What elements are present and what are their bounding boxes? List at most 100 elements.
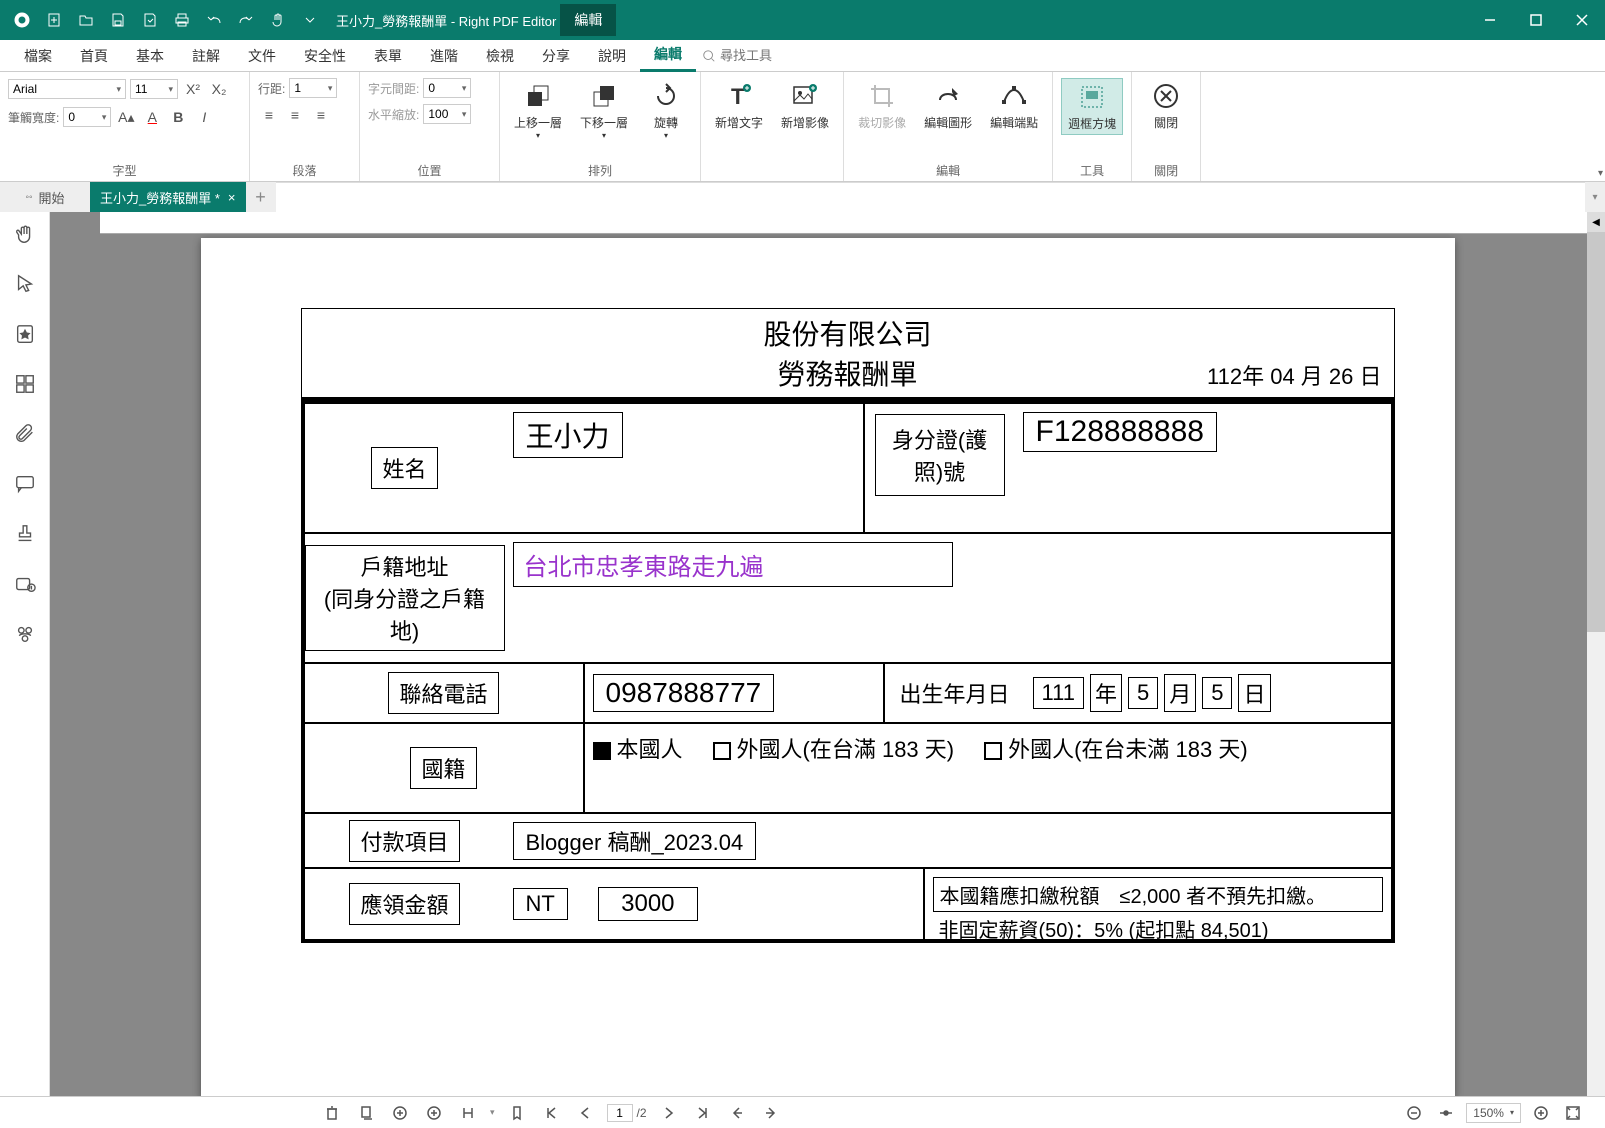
edit-shape-button[interactable]: 編輯圖形 [918, 78, 978, 133]
sb-next-page-button[interactable] [657, 1101, 681, 1125]
bookmark-tool-button[interactable] [9, 318, 41, 350]
stamp-tool-button[interactable] [9, 518, 41, 550]
tool-search-input[interactable] [720, 48, 840, 63]
align-center-button[interactable]: ≡ [284, 104, 306, 126]
menu-文件[interactable]: 文件 [234, 40, 290, 72]
nat-foreign1-checkbox[interactable]: 外國人(在台滿 183 天) [713, 732, 955, 764]
font-family-combo[interactable]: Arial▾ [8, 79, 126, 99]
tab-overflow-button[interactable]: ▾ [1585, 182, 1605, 212]
nat-foreign2-checkbox[interactable]: 外國人(在台未滿 183 天) [984, 732, 1248, 764]
italic-button[interactable]: I [193, 106, 215, 128]
qat-redo-icon[interactable] [230, 0, 262, 40]
menu-進階[interactable]: 進階 [416, 40, 472, 72]
birth-day-field[interactable]: 5 [1202, 677, 1232, 709]
linespace-combo[interactable]: 1▾ [289, 78, 337, 98]
sb-delete-page-button[interactable] [320, 1101, 344, 1125]
ribbon-collapse-button[interactable]: ▾ [1598, 168, 1603, 179]
bold-button[interactable]: B [167, 106, 189, 128]
nav-pane-toggle[interactable]: ◀ [1587, 212, 1605, 232]
sb-last-page-button[interactable] [691, 1101, 715, 1125]
qat-save-icon[interactable] [102, 0, 134, 40]
hscale-combo[interactable]: 100▾ [423, 104, 471, 124]
qat-dropdown-icon[interactable] [294, 0, 326, 40]
close-edit-button[interactable]: 關閉 [1140, 78, 1192, 133]
sb-first-page-button[interactable] [539, 1101, 563, 1125]
qat-saveas-icon[interactable] [134, 0, 166, 40]
menu-說明[interactable]: 說明 [584, 40, 640, 72]
document-page[interactable]: 股份有限公司 勞務報酬單 112年 04 月 26 日 姓名 王小力 身分證(護… [201, 238, 1455, 1096]
zoom-level-combo[interactable]: 150%▾ [1466, 1103, 1521, 1123]
addr-field[interactable]: 台北市忠孝東路走九遍 [513, 542, 953, 587]
thumbnails-tool-button[interactable] [9, 368, 41, 400]
sb-insert-after-button[interactable] [422, 1101, 446, 1125]
tab-document[interactable]: 王小力_勞務報酬單 *× [90, 182, 246, 212]
superscript-button[interactable]: X² [182, 78, 204, 100]
bounding-box-button[interactable]: 週框方塊 [1061, 78, 1123, 135]
fit-page-button[interactable] [1561, 1101, 1585, 1125]
name-field[interactable]: 王小力 [513, 412, 623, 458]
select-tool-button[interactable] [9, 268, 41, 300]
menu-基本[interactable]: 基本 [122, 40, 178, 72]
window-close-button[interactable] [1559, 0, 1605, 40]
send-backward-button[interactable]: 下移一層▾ [574, 78, 634, 142]
edit-points-button[interactable]: 編輯端點 [984, 78, 1044, 133]
add-text-button[interactable]: T新增文字 [709, 78, 769, 133]
attachments-tool-button[interactable] [9, 418, 41, 450]
menu-分享[interactable]: 分享 [528, 40, 584, 72]
birth-year-field[interactable]: 111 [1033, 677, 1084, 709]
menu-註解[interactable]: 註解 [178, 40, 234, 72]
window-minimize-button[interactable] [1467, 0, 1513, 40]
vertical-scrollbar[interactable]: ◀ [1587, 212, 1605, 1096]
zoom-slider[interactable] [1434, 1101, 1458, 1125]
align-right-button[interactable]: ≡ [310, 104, 332, 126]
security-tool-button[interactable] [9, 568, 41, 600]
menu-檢視[interactable]: 檢視 [472, 40, 528, 72]
stroke-width-combo[interactable]: 0▾ [63, 107, 111, 127]
tab-close-icon[interactable]: × [228, 190, 236, 205]
font-color-button[interactable]: A [141, 106, 163, 128]
amount-field[interactable]: 3000 [598, 887, 698, 921]
menu-表單[interactable]: 表單 [360, 40, 416, 72]
tab-start[interactable]: ◦◦開始 [0, 182, 90, 212]
subscript-button[interactable]: X₂ [208, 78, 230, 100]
zoom-in-button[interactable] [1529, 1101, 1553, 1125]
zoom-out-button[interactable] [1402, 1101, 1426, 1125]
comments-tool-button[interactable] [9, 468, 41, 500]
birth-month-field[interactable]: 5 [1128, 677, 1158, 709]
font-increase-button[interactable]: A▴ [115, 106, 137, 128]
crop-image-button[interactable]: 裁切影像 [852, 78, 912, 133]
font-size-combo[interactable]: 11▾ [130, 79, 178, 99]
tab-new-button[interactable]: + [246, 182, 276, 212]
currency-field[interactable]: NT [513, 888, 568, 920]
sb-bookmark-button[interactable] [505, 1101, 529, 1125]
rotate-button[interactable]: 旋轉▾ [640, 78, 692, 142]
nat-local-checkbox[interactable]: 本國人 [593, 732, 683, 764]
sb-extract-page-button[interactable] [354, 1101, 378, 1125]
share-tool-button[interactable] [9, 618, 41, 650]
qat-print-icon[interactable] [166, 0, 198, 40]
hand-tool-button[interactable] [9, 218, 41, 250]
sb-back-view-button[interactable] [725, 1101, 749, 1125]
menu-編輯[interactable]: 編輯 [640, 40, 696, 72]
sb-fwd-view-button[interactable] [759, 1101, 783, 1125]
page-number-input[interactable] [607, 1104, 633, 1122]
charspace-combo[interactable]: 0▾ [423, 78, 471, 98]
qat-hand-icon[interactable] [262, 0, 294, 40]
sb-split-button[interactable] [456, 1101, 480, 1125]
menu-安全性[interactable]: 安全性 [290, 40, 360, 72]
add-image-button[interactable]: 新增影像 [775, 78, 835, 133]
bring-forward-button[interactable]: 上移一層▾ [508, 78, 568, 142]
payitem-field[interactable]: Blogger 稿酬_2023.04 [513, 822, 757, 860]
phone-field[interactable]: 0987888777 [593, 674, 775, 712]
qat-open-icon[interactable] [70, 0, 102, 40]
menu-檔案[interactable]: 檔案 [10, 40, 66, 72]
window-maximize-button[interactable] [1513, 0, 1559, 40]
qat-new-icon[interactable] [38, 0, 70, 40]
sb-prev-page-button[interactable] [573, 1101, 597, 1125]
sb-insert-before-button[interactable] [388, 1101, 412, 1125]
align-left-button[interactable]: ≡ [258, 104, 280, 126]
tool-search[interactable] [702, 48, 840, 63]
scrollbar-thumb[interactable] [1587, 232, 1605, 632]
menu-首頁[interactable]: 首頁 [66, 40, 122, 72]
id-field[interactable]: F128888888 [1023, 412, 1218, 452]
